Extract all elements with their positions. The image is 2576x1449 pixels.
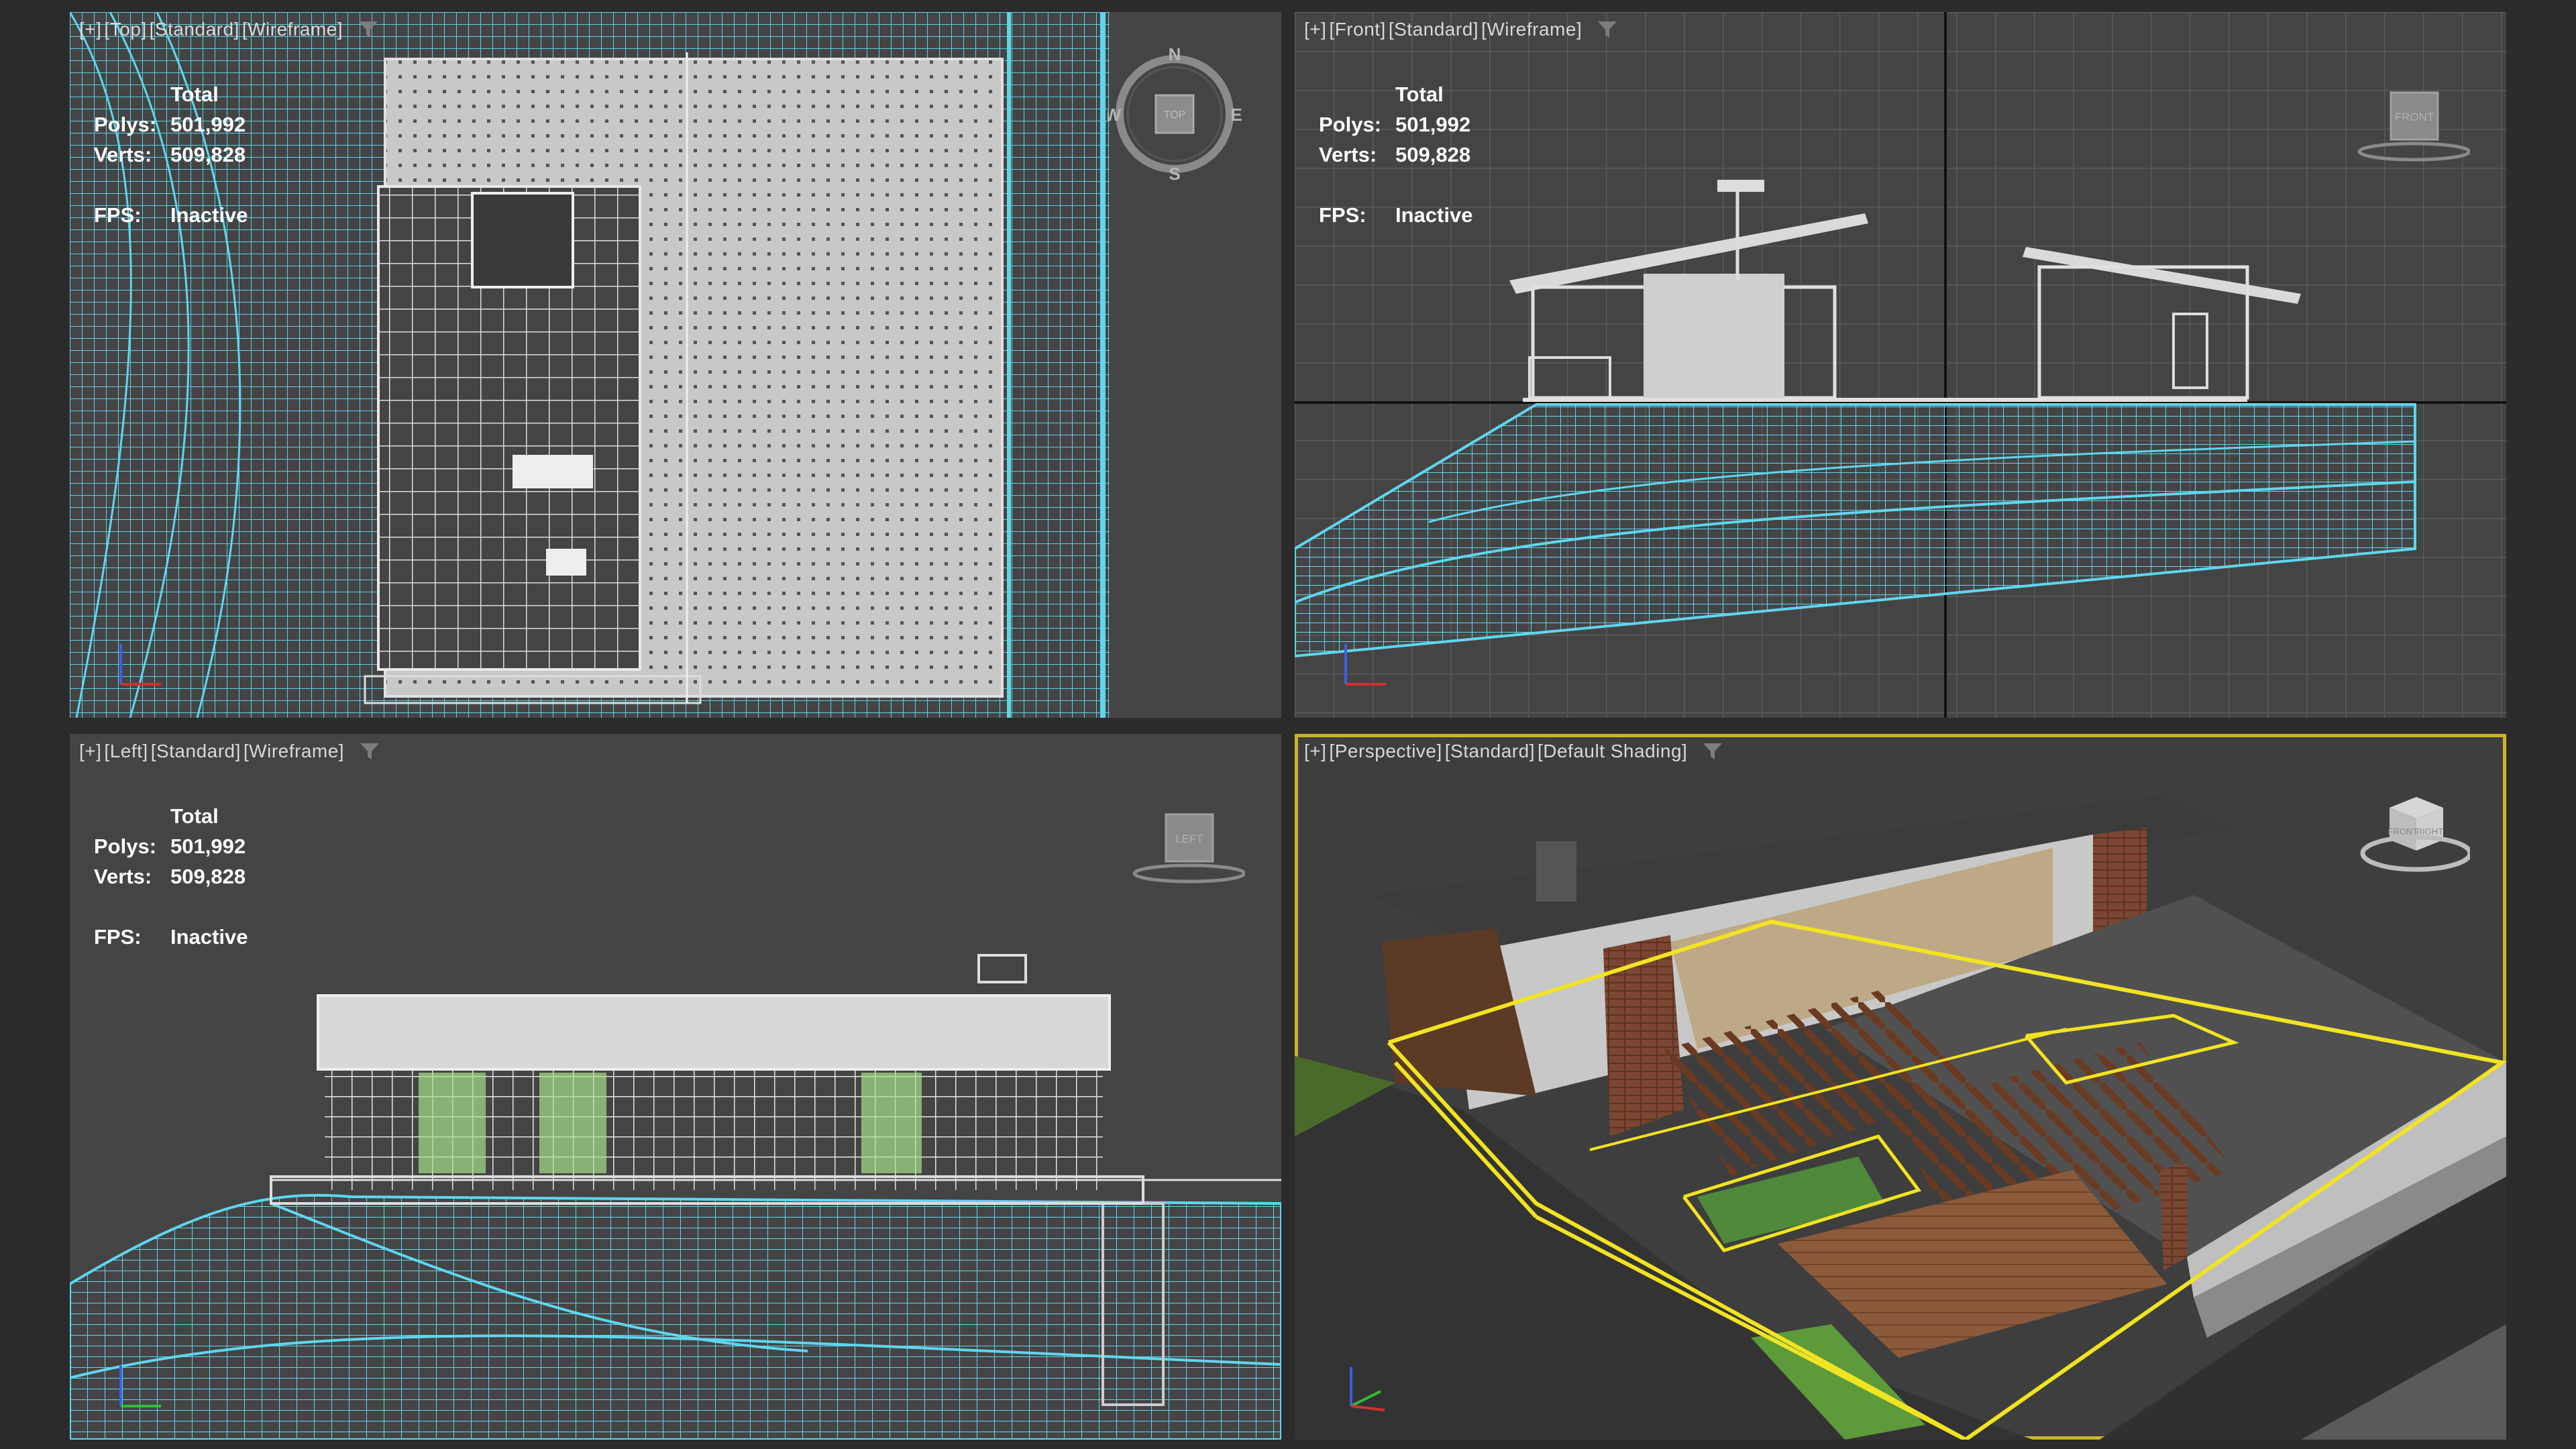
polys-label: Polys:: [94, 835, 157, 858]
label-preset[interactable]: [Standard]: [1389, 19, 1479, 40]
compass-east: E: [1230, 105, 1242, 125]
viewcube-label: LEFT: [1175, 833, 1203, 845]
top-view-canvas[interactable]: [70, 12, 1281, 718]
fps-label: FPS:: [94, 925, 142, 949]
viewport-perspective[interactable]: [+] [Perspective] [Standard] [Default Sh…: [1295, 734, 2506, 1440]
viewport-top[interactable]: [+] [Top] [Standard] [Wireframe] Total P…: [70, 12, 1281, 718]
fps-value: Inactive: [170, 203, 248, 227]
label-shading[interactable]: [Default Shading]: [1538, 741, 1687, 762]
perspective-view-canvas[interactable]: [1295, 734, 2506, 1440]
stats-header: Total: [170, 83, 219, 106]
label-preset[interactable]: [Standard]: [150, 19, 239, 40]
viewport-label-left[interactable]: [+] [Left] [Standard] [Wireframe]: [79, 741, 380, 762]
stats-overlay-top: Total Polys: 501,992 Verts: 509,828 FPS: In…: [94, 79, 248, 230]
stats-overlay-left: Total Polys: 501,992 Verts: 509,828 FPS: In…: [94, 801, 248, 952]
axis-tripod-icon: [119, 1366, 161, 1407]
verts-value: 509,828: [170, 865, 246, 888]
label-view[interactable]: [Front]: [1329, 19, 1385, 40]
compass-south: S: [1169, 164, 1180, 181]
label-plus[interactable]: [+]: [1304, 19, 1326, 40]
compass-west: W: [1108, 105, 1122, 125]
polys-label: Polys:: [1319, 113, 1382, 136]
viewport-label-front[interactable]: [+] [Front] [Standard] [Wireframe]: [1304, 19, 1618, 40]
label-shading[interactable]: [Wireframe]: [244, 741, 344, 762]
label-preset[interactable]: [Standard]: [151, 741, 241, 762]
viewport-label-perspective[interactable]: [+] [Perspective] [Standard] [Default Sh…: [1304, 741, 1723, 762]
label-view[interactable]: [Top]: [104, 19, 146, 40]
fps-label: FPS:: [1319, 203, 1366, 227]
compass-cube-label: TOP: [1164, 109, 1186, 121]
verts-label: Verts:: [1319, 143, 1377, 166]
axis-tripod-icon: [1344, 644, 1386, 686]
label-shading[interactable]: [Wireframe]: [1481, 19, 1582, 40]
front-view-canvas[interactable]: [1295, 12, 2506, 718]
label-plus[interactable]: [+]: [1304, 741, 1326, 762]
filter-icon[interactable]: [1597, 20, 1618, 39]
fps-label: FPS:: [94, 203, 142, 227]
label-plus[interactable]: [+]: [79, 19, 101, 40]
verts-value: 509,828: [1395, 143, 1471, 166]
viewcube-icon[interactable]: FRONT: [2349, 72, 2470, 180]
filter-icon[interactable]: [358, 20, 379, 39]
stats-overlay-front: Total Polys: 501,992 Verts: 509,828 FPS: In…: [1319, 79, 1472, 230]
label-view[interactable]: [Left]: [104, 741, 148, 762]
axis-tripod-icon: [119, 644, 161, 686]
verts-label: Verts:: [94, 143, 152, 166]
filter-icon[interactable]: [359, 742, 380, 761]
fps-value: Inactive: [1395, 203, 1473, 227]
label-preset[interactable]: [Standard]: [1445, 741, 1535, 762]
verts-label: Verts:: [94, 865, 152, 888]
polys-value: 501,992: [170, 835, 246, 858]
label-shading[interactable]: [Wireframe]: [242, 19, 343, 40]
polys-value: 501,992: [170, 113, 246, 136]
viewcube-label: FRONT: [2395, 111, 2434, 123]
viewport-label-top[interactable]: [+] [Top] [Standard] [Wireframe]: [79, 19, 379, 40]
fps-value: Inactive: [170, 925, 248, 949]
verts-value: 509,828: [170, 143, 246, 166]
compass-icon[interactable]: TOP N S E W: [1108, 47, 1242, 181]
compass-north: N: [1169, 47, 1181, 64]
stats-header: Total: [170, 804, 219, 828]
polys-value: 501,992: [1395, 113, 1471, 136]
viewcube-icon[interactable]: FRONT RIGHT: [2349, 781, 2470, 888]
polys-label: Polys:: [94, 113, 157, 136]
label-plus[interactable]: [+]: [79, 741, 101, 762]
label-view[interactable]: [Perspective]: [1329, 741, 1442, 762]
left-view-canvas[interactable]: [70, 734, 1281, 1440]
filter-icon[interactable]: [1702, 742, 1723, 761]
stats-header: Total: [1395, 83, 1444, 106]
viewport-left[interactable]: [+] [Left] [Standard] [Wireframe] Total …: [70, 734, 1281, 1440]
viewport-front[interactable]: [+] [Front] [Standard] [Wireframe] Total…: [1295, 12, 2506, 718]
axis-tripod-icon: [1350, 1367, 1385, 1411]
viewcube-icon[interactable]: LEFT: [1124, 794, 1245, 902]
